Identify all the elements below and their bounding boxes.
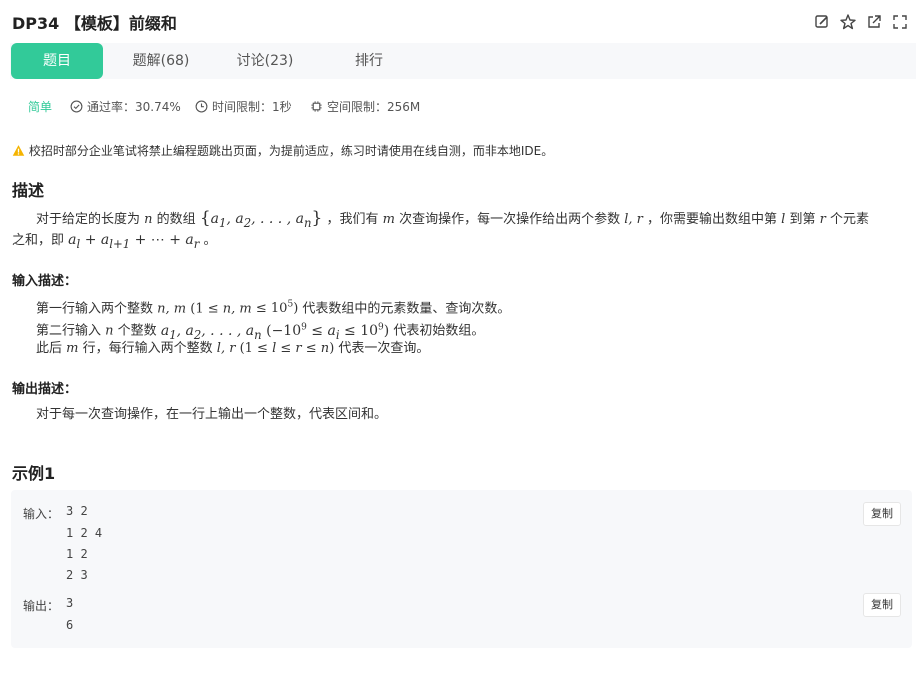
difficulty-badge: 简单: [28, 100, 53, 114]
text: 的数组: [156, 212, 196, 227]
warning-text: 校招时部分企业笔试将禁止编程题跳出页面，为提前适应，练习时请使用在线自测，而非本…: [28, 144, 554, 158]
output-heading: 输出描述：: [12, 382, 78, 397]
warning-icon: [12, 145, 25, 156]
text: ，你需要输出数组中第: [647, 212, 778, 227]
text: 个整数: [117, 323, 157, 339]
edit-icon[interactable]: [812, 12, 832, 32]
tab-ranking[interactable]: 排行: [323, 43, 415, 79]
input-line-3: 此后 m 行，每行输入两个整数 l, r (1 ≤ l ≤ r ≤ n) 代表一…: [36, 338, 429, 360]
title-row: DP34 【模板】前缀和: [12, 10, 912, 36]
text: ，我们有: [326, 212, 379, 227]
example-input-line: 2 3: [66, 568, 88, 582]
copy-input-button[interactable]: 复制: [863, 502, 901, 526]
star-icon[interactable]: [838, 12, 858, 32]
text: 此后: [36, 341, 63, 356]
description-line-2: 之和，即 al + al+1 + ⋯ + ar 。: [12, 229, 217, 255]
example-input-line: 1 2: [66, 547, 88, 561]
text: 之和，即: [12, 233, 65, 248]
text: 第二行输入: [36, 323, 102, 339]
text: 个元素: [830, 212, 870, 227]
text: 次查询操作，每一次操作给出两个参数: [399, 212, 621, 227]
space-limit-text: 空间限制：256M: [327, 100, 421, 114]
page-title: DP34 【模板】前缀和: [12, 14, 177, 33]
example-output-line: 3: [66, 596, 74, 610]
math: a1, a2, . . . , an (−109 ≤ ai ≤ 109): [160, 322, 390, 342]
tab-solutions[interactable]: 题解(68): [115, 43, 207, 79]
time-limit: 时间限制：1秒: [195, 98, 292, 116]
space-limit: 空间限制：256M: [310, 98, 420, 116]
math: n, m (1 ≤ n, m ≤ 105): [157, 300, 299, 317]
math: n: [105, 323, 114, 339]
example-output-line: 6: [66, 618, 74, 632]
output-text: 对于每一次查询操作，在一行上输出一个整数，代表区间和。: [36, 407, 388, 422]
example-input-line: 3 2: [66, 504, 88, 518]
chip-icon: [311, 101, 322, 112]
example-heading: 示例1: [12, 464, 56, 483]
text: 。: [203, 233, 217, 248]
check-circle-icon: [70, 100, 83, 113]
math: m: [382, 212, 395, 227]
example-input-label: 输入：: [23, 507, 60, 521]
text: 代表数组中的元素数量、查询次数。: [302, 301, 511, 317]
warning-notice: 校招时部分企业笔试将禁止编程题跳出页面，为提前适应，练习时请使用在线自测，而非本…: [12, 143, 553, 159]
text: 代表初始数组。: [393, 323, 485, 339]
text: 行，每行输入两个整数: [82, 341, 213, 356]
math: r: [819, 212, 826, 227]
share-icon[interactable]: [864, 12, 884, 32]
input-heading: 输入描述：: [12, 274, 78, 289]
text: 对于给定的长度为: [36, 212, 141, 227]
tab-discussion[interactable]: 讨论(23): [219, 43, 311, 79]
math: l, r: [624, 212, 643, 227]
copy-output-button[interactable]: 复制: [863, 593, 901, 617]
text: 到第: [789, 212, 816, 227]
pass-rate-text: 通过率：30.74%: [87, 100, 181, 114]
tab-bar: 题目 题解(68) 讨论(23) 排行: [10, 43, 916, 79]
clock-icon: [195, 100, 208, 113]
description-heading: 描述: [12, 181, 45, 200]
text: 代表一次查询。: [338, 341, 430, 356]
math: m: [66, 341, 79, 356]
example-box: 输入： 3 2 1 2 4 1 2 2 3 复制 输出： 3 6 复制: [11, 490, 912, 648]
math: {a1, a2, . . . , an}: [199, 208, 323, 230]
math: al + al+1 + ⋯ + ar: [68, 232, 200, 251]
math: l, r (1 ≤ l ≤ r ≤ n): [216, 341, 335, 356]
example-output-label: 输出：: [23, 599, 60, 613]
math: n: [144, 212, 153, 227]
example-input-line: 1 2 4: [66, 526, 103, 540]
expand-icon[interactable]: [890, 12, 910, 32]
text: 第一行输入两个整数: [36, 301, 154, 317]
pass-rate: 通过率：30.74%: [70, 98, 181, 116]
math: l: [781, 212, 786, 227]
tab-problem[interactable]: 题目: [11, 43, 103, 79]
time-limit-text: 时间限制：1秒: [212, 100, 292, 114]
